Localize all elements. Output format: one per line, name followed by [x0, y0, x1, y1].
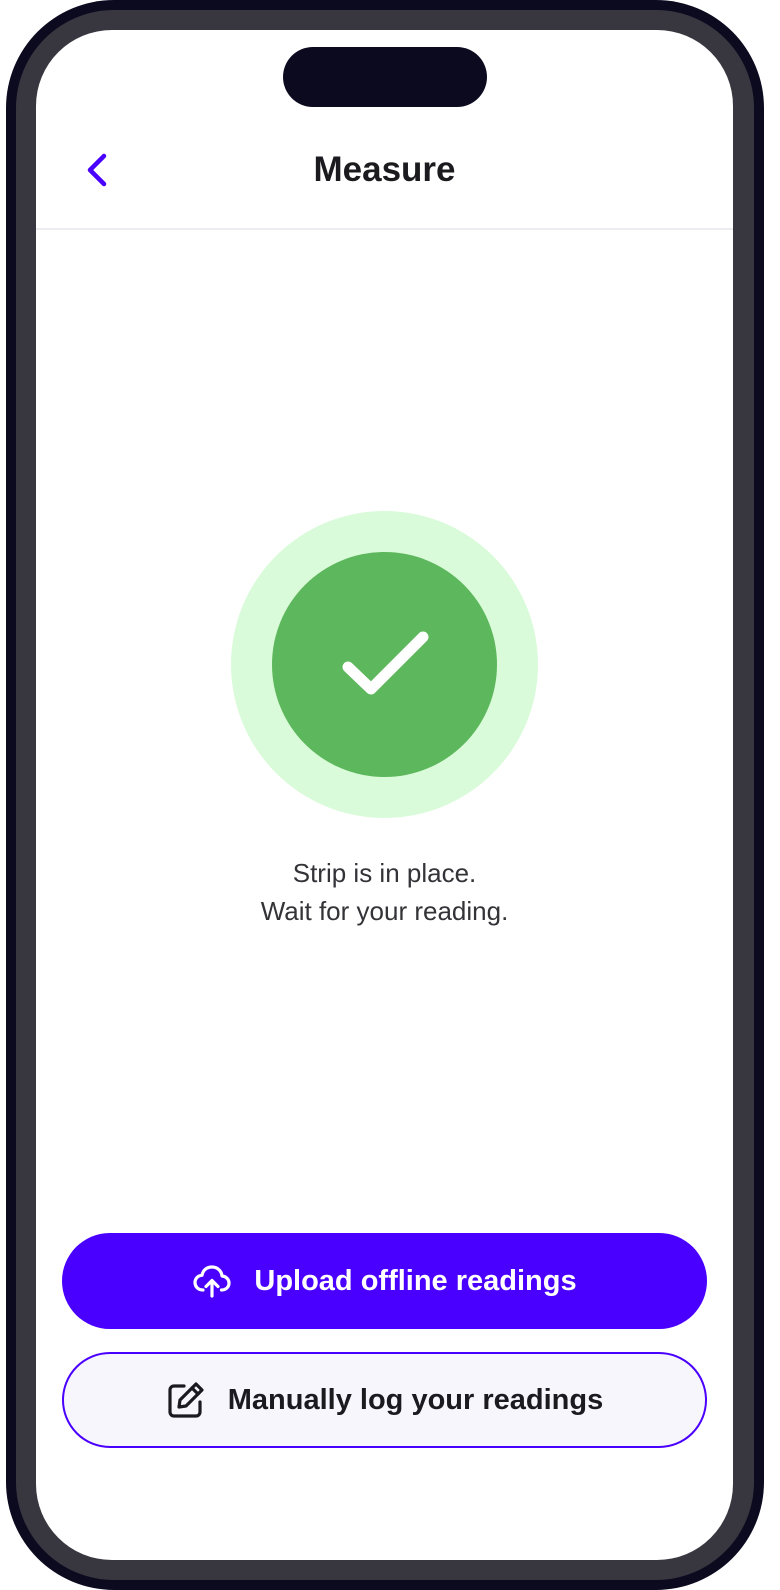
checkmark-icon: [342, 631, 429, 695]
phone-side-button: [6, 518, 16, 630]
status-circle: [272, 552, 497, 777]
app-header: Measure: [36, 120, 733, 230]
phone-side-button: [6, 380, 16, 492]
page: Measure Strip is in place. Wait for your…: [0, 0, 780, 1590]
status-message: Strip is in place. Wait for your reading…: [36, 854, 733, 930]
manual-button-label: Manually log your readings: [227, 1383, 604, 1416]
cloud-upload-icon: [193, 1265, 231, 1298]
status-line-2: Wait for your reading.: [260, 896, 509, 926]
phone-side-button: [6, 275, 16, 333]
dynamic-island: [283, 47, 487, 107]
upload-button-label: Upload offline readings: [254, 1264, 577, 1297]
edit-icon: [168, 1382, 204, 1418]
status-line-1: Strip is in place.: [292, 858, 477, 888]
page-title: Measure: [313, 150, 456, 189]
upload-offline-readings-button[interactable]: Upload offline readings: [62, 1233, 707, 1329]
manual-log-readings-button[interactable]: Manually log your readings: [62, 1352, 707, 1448]
status-halo: [231, 511, 538, 818]
app-screen: Measure Strip is in place. Wait for your…: [36, 30, 733, 1560]
